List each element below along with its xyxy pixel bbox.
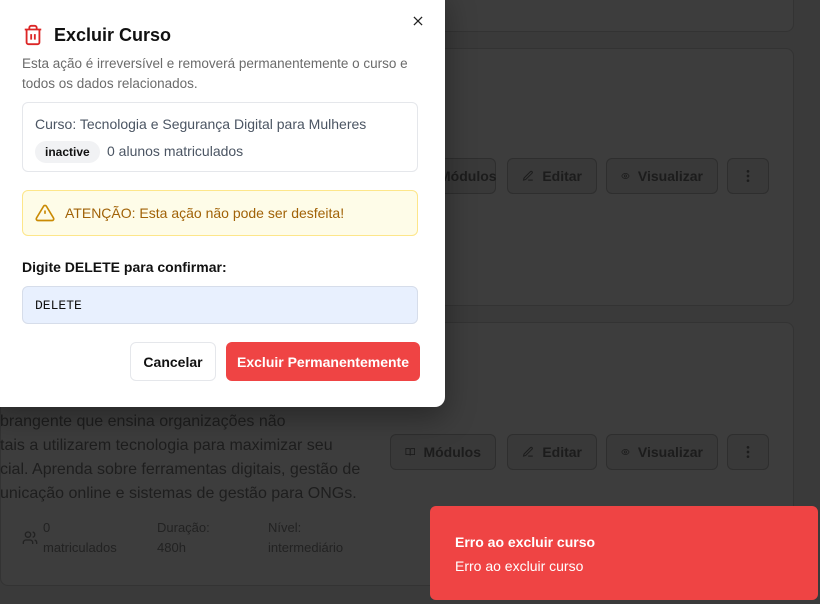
modules-button[interactable]: Módulos xyxy=(390,434,496,470)
edit-button[interactable]: Editar xyxy=(507,158,597,194)
view-label: Visualizar xyxy=(637,444,703,460)
more-vertical-icon xyxy=(746,446,750,458)
delete-permanently-button[interactable]: Excluir Permanentemente xyxy=(226,342,420,381)
trash-icon xyxy=(24,24,42,46)
toast-title: Erro ao excluir curso xyxy=(455,534,596,550)
confirm-suffix: para confirmar: xyxy=(120,259,227,275)
warning-triangle-icon xyxy=(35,204,55,222)
eye-icon xyxy=(621,449,630,455)
confirm-prefix: Digite xyxy=(22,259,65,275)
description-line: tais a utilizarem tecnologia para maximi… xyxy=(0,437,333,454)
more-button[interactable] xyxy=(727,434,769,470)
book-open-icon xyxy=(405,448,416,456)
modules-label: Módulos xyxy=(423,444,481,460)
duration-meta: Duração: 480h xyxy=(157,518,210,558)
more-vertical-icon xyxy=(746,170,750,182)
enrolled-meta: 0 matriculados xyxy=(43,518,117,558)
view-button[interactable]: Visualizar xyxy=(606,158,718,194)
eye-icon xyxy=(621,173,630,179)
edit-label: Editar xyxy=(542,168,582,184)
close-icon xyxy=(413,16,423,26)
close-button[interactable] xyxy=(410,13,426,29)
edit-button[interactable]: Editar xyxy=(507,434,597,470)
level-meta: Nível: intermediário xyxy=(268,518,343,558)
status-badge: inactive xyxy=(35,141,100,163)
course-card xyxy=(420,0,794,32)
dialog-title: Excluir Curso xyxy=(54,24,172,45)
users-icon xyxy=(22,531,38,544)
enrolled-count: 0 alunos matriculados xyxy=(107,143,244,159)
duration-value: 480h xyxy=(157,540,186,555)
enrolled-count: 0 xyxy=(43,520,51,535)
description-line: brangente que ensina organizações não xyxy=(0,413,286,430)
description-line: unicação online e sistemas de gestão par… xyxy=(0,485,357,502)
edit-icon xyxy=(522,170,533,181)
course-description: brangente que ensina organizações não ta… xyxy=(0,410,380,506)
dialog-header: Excluir Curso xyxy=(22,24,171,46)
cancel-button[interactable]: Cancelar xyxy=(130,342,216,381)
view-button[interactable]: Visualizar xyxy=(606,434,718,470)
course-summary: Curso: Tecnologia e Segurança Digital pa… xyxy=(22,102,418,172)
edit-label: Editar xyxy=(542,444,582,460)
dialog-description: Esta ação é irreversível e removerá perm… xyxy=(22,56,408,91)
warning-text: ATENÇÃO: Esta ação não pode ser desfeita… xyxy=(65,205,345,221)
delete-course-dialog: Excluir Curso Esta ação é irreversível e… xyxy=(0,0,445,407)
toast-description: Erro ao excluir curso xyxy=(455,558,584,574)
confirm-input[interactable] xyxy=(22,286,418,324)
duration-label: Duração: xyxy=(157,520,210,535)
edit-icon xyxy=(522,446,533,457)
level-label: Nível: xyxy=(268,520,302,535)
more-button[interactable] xyxy=(727,158,769,194)
view-label: Visualizar xyxy=(637,168,703,184)
level-value: intermediário xyxy=(268,540,344,555)
description-line: cial. Aprenda sobre ferramentas digitais… xyxy=(0,461,361,478)
error-toast[interactable]: Erro ao excluir curso Erro ao excluir cu… xyxy=(430,506,818,600)
enrolled-label: matriculados xyxy=(43,540,117,555)
modules-label: Módulos xyxy=(439,168,497,184)
warning-alert: ATENÇÃO: Esta ação não pode ser desfeita… xyxy=(22,190,418,236)
confirm-keyword: DELETE xyxy=(64,259,121,275)
confirm-label: Digite DELETE para confirmar: xyxy=(22,259,227,275)
course-name: Curso: Tecnologia e Segurança Digital pa… xyxy=(35,116,367,132)
